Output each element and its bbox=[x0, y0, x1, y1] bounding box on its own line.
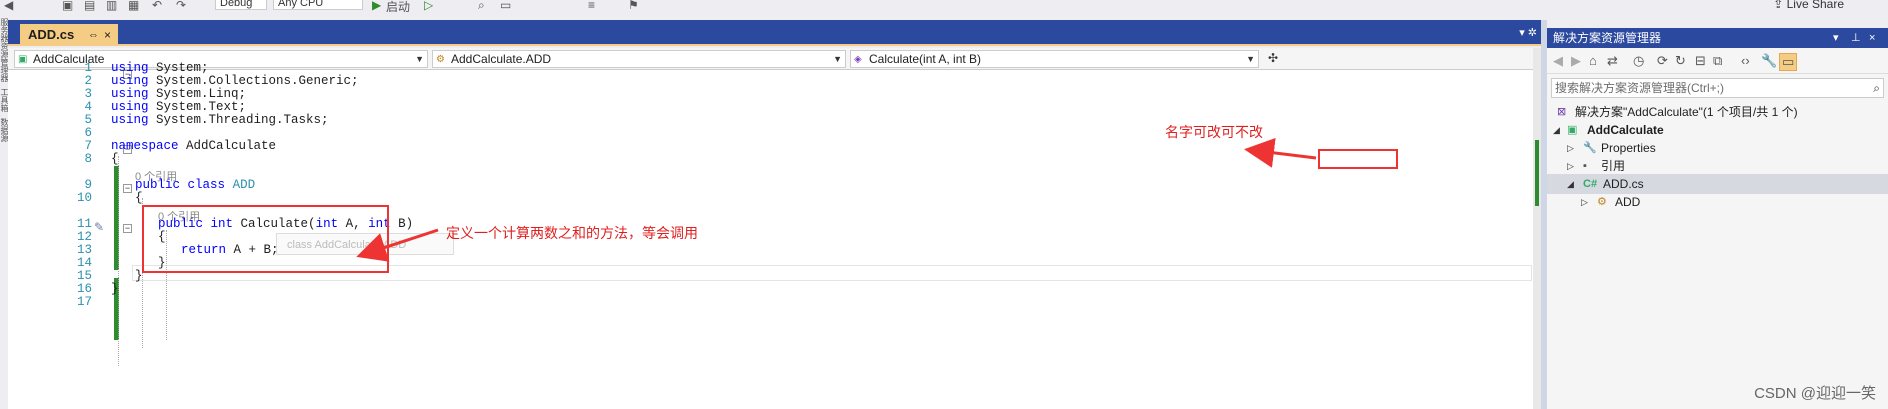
file-arrow bbox=[1244, 137, 1317, 168]
method-annotation: 定义一个计算两数之和的方法，等会调用 bbox=[446, 225, 698, 241]
watermark: CSDN @迎迎一笑 bbox=[1754, 385, 1876, 402]
method-arrow bbox=[356, 228, 439, 262]
rename-annotation: 名字可改可不改 bbox=[1165, 124, 1263, 140]
annotation-arrows bbox=[356, 137, 1317, 262]
